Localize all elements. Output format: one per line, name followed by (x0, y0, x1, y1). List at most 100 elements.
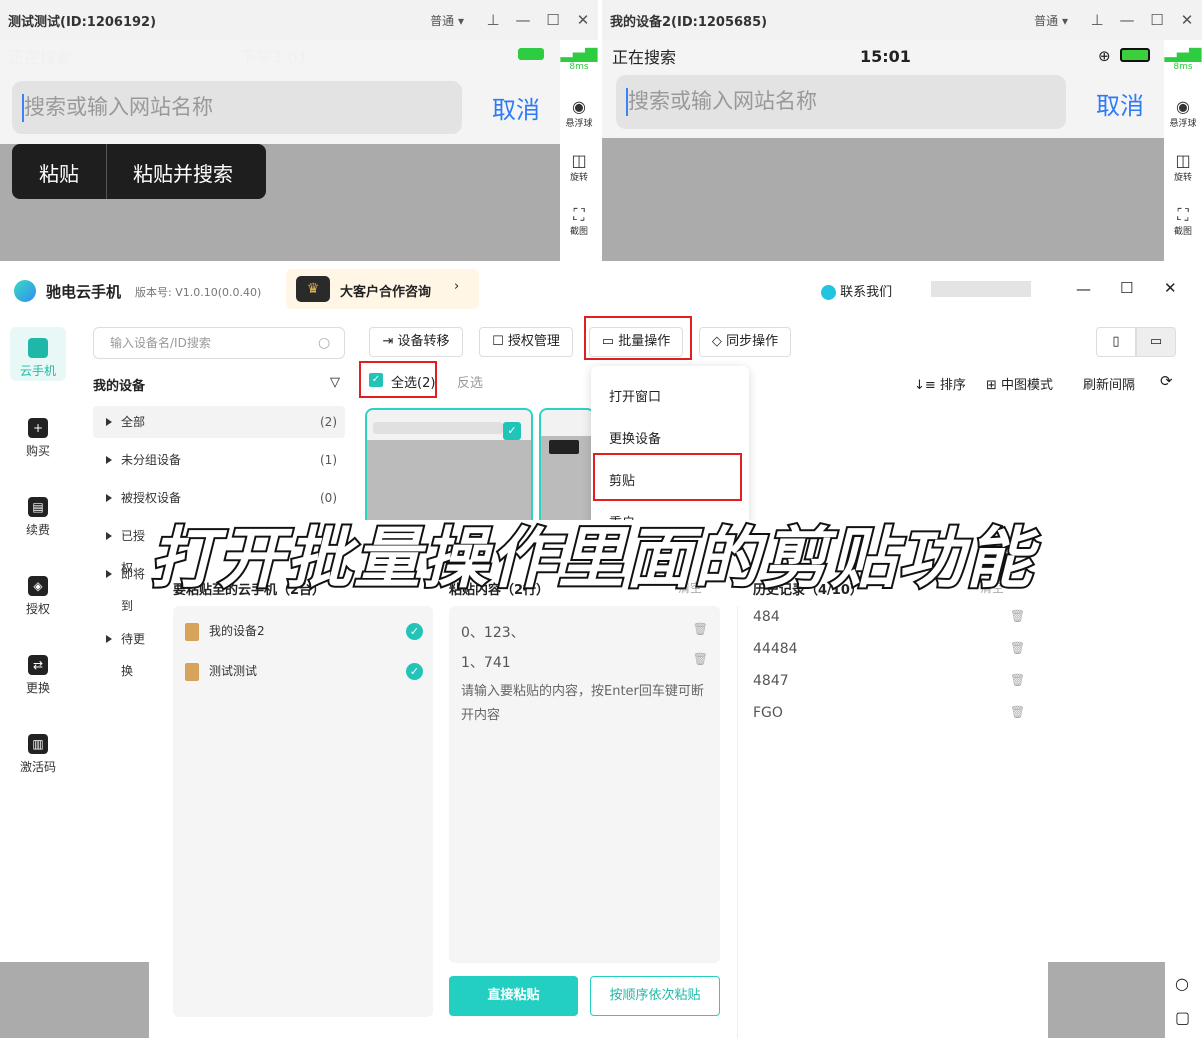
maximize-icon[interactable]: ☐ (538, 11, 568, 29)
portrait-view-icon[interactable]: ▯ (1096, 327, 1136, 357)
auth-manage-button[interactable]: ☐ 授权管理 (479, 327, 573, 357)
device-transfer-button[interactable]: ⇥ 设备转移 (369, 327, 463, 357)
cart-icon: + (28, 418, 48, 438)
close-icon[interactable]: ✕ (1172, 11, 1202, 29)
paste-option[interactable]: 粘贴 (39, 158, 79, 187)
battery-icon (1120, 48, 1150, 62)
refresh-interval-button[interactable]: 刷新间隔 (1083, 374, 1135, 393)
right-window-titlebar: 我的设备2(ID:1205685) 普通 ▾ ⊥ — ☐ ✕ (602, 0, 1202, 40)
refresh-icon[interactable]: ⟳ (1160, 372, 1173, 390)
check-icon[interactable]: ✓ (406, 623, 423, 640)
left-window-title: 测试测试(ID:1206192) (8, 14, 157, 30)
target-device-row[interactable]: 测试测试 (185, 662, 257, 681)
rotate-button[interactable]: ◫ 旋转 (560, 152, 598, 184)
signal-icon: ▂▄▆ 8ms (1164, 43, 1202, 73)
device-grid-background (1048, 962, 1165, 1038)
tree-item-authorized[interactable]: 已授权 (93, 520, 153, 575)
highlight-clipboard (593, 453, 742, 501)
left-window-titlebar: 测试测试(ID:1206192) 普通 ▾ ⊥ — ☐ ✕ (0, 0, 598, 40)
transfer-icon: ⇥ (382, 334, 398, 349)
check-icon[interactable]: ✓ (406, 663, 423, 680)
medium-view-button[interactable]: ⊞ 中图模式 (986, 374, 1053, 393)
sync-icon: ◇ (711, 334, 727, 349)
vip-consult-button[interactable]: ♛ 大客户合作咨询 › (286, 269, 479, 309)
tree-item-ungrouped[interactable]: 未分组设备 (1) (93, 444, 345, 476)
barcode-icon: ▥ (28, 734, 48, 754)
calendar-icon: ▤ (28, 497, 48, 517)
paste-content-item: 1、741 (461, 655, 511, 671)
minimize-icon[interactable]: — (1076, 280, 1091, 298)
phone-icon (28, 338, 48, 358)
nav-buy[interactable]: + 购买 (10, 418, 66, 459)
paste-popup: 粘贴 粘贴并搜索 (12, 144, 266, 199)
nav-activation-code[interactable]: ▥ 激活码 (10, 734, 66, 775)
history-item[interactable]: 4847 (753, 673, 789, 689)
menu-open-window[interactable]: 打开窗口 (609, 386, 661, 405)
my-devices-title: 我的设备 (93, 379, 146, 394)
rotation-lock-icon: ⊕ (1098, 47, 1111, 65)
maximize-icon[interactable]: ☐ (1120, 279, 1133, 297)
status-text: 正在搜索 (8, 48, 73, 67)
browser-search-input[interactable]: 搜索或输入网站名称 (12, 81, 462, 134)
history-item[interactable]: FGO (753, 705, 783, 721)
nav-replace[interactable]: ⇄ 更换 (10, 655, 66, 696)
home-button-icon[interactable]: ○ (1175, 974, 1189, 993)
device-icon (185, 662, 199, 681)
float-ball-button[interactable]: ◉ 悬浮球 (1164, 98, 1202, 130)
paste-and-search-option[interactable]: 粘贴并搜索 (133, 158, 233, 187)
app-version: 版本号: V1.0.10(0.0.40) (135, 286, 262, 299)
sort-button[interactable]: ↓≡ 排序 (914, 374, 966, 393)
landscape-view-icon[interactable]: ▭ (1136, 327, 1176, 357)
maximize-icon[interactable]: ☐ (1142, 11, 1172, 29)
contact-us-button[interactable]: 联系我们 (821, 281, 892, 300)
cancel-button[interactable]: 取消 (1096, 86, 1144, 121)
sync-operation-button[interactable]: ◇ 同步操作 (699, 327, 791, 357)
sequential-paste-button[interactable]: 按顺序依次粘贴 (590, 976, 720, 1016)
status-time: 15:01 (860, 46, 911, 66)
browser-search-input[interactable]: 搜索或输入网站名称 (616, 75, 1066, 129)
screenshot-button[interactable]: ⛶ 截图 (1164, 206, 1202, 238)
right-side-tools: ▂▄▆ 8ms ◉ 悬浮球 ◫ 旋转 ⛶ 截图 (1164, 40, 1202, 261)
trash-icon[interactable]: 🗑 (1010, 641, 1025, 655)
nav-renew[interactable]: ▤ 续费 (10, 497, 66, 538)
right-phone-screen[interactable]: 正在搜索 15:01 ⊕ 搜索或输入网站名称 取消 (602, 40, 1164, 261)
filter-icon[interactable]: ▽ (330, 375, 340, 390)
tree-item-expiring[interactable]: 即将到 (93, 558, 153, 613)
paste-input[interactable]: 请输入要粘贴的内容，按Enter回车键可断开内容 (461, 680, 711, 728)
trash-icon[interactable]: 🗑 (693, 652, 708, 666)
target-device-row[interactable]: 我的设备2 (185, 622, 265, 641)
left-phone-screen[interactable]: 正在搜索 下午3:01 搜索或输入网站名称 取消 粘贴 粘贴并搜索 (0, 40, 560, 261)
auth-icon: ☐ (492, 334, 508, 349)
screenshot-button[interactable]: ⛶ 截图 (560, 206, 598, 238)
thumbnail-check-icon[interactable]: ✓ (503, 422, 521, 440)
direct-paste-button[interactable]: 直接粘贴 (449, 976, 578, 1016)
recent-apps-icon[interactable]: ▢ (1175, 1008, 1190, 1027)
history-item[interactable]: 44484 (753, 641, 798, 657)
trash-icon[interactable]: 🗑 (693, 622, 708, 636)
cancel-button[interactable]: 取消 (492, 90, 540, 125)
float-ball-button[interactable]: ◉ 悬浮球 (560, 98, 598, 130)
device-icon (185, 622, 199, 641)
grid-icon: ⊞ (986, 378, 1002, 393)
menu-replace-device[interactable]: 更换设备 (609, 428, 661, 447)
right-mode-select[interactable]: 普通 ▾ (1034, 12, 1068, 29)
trash-icon[interactable]: 🗑 (1010, 705, 1025, 719)
tree-item-all[interactable]: 全部 (2) (93, 406, 345, 438)
minimize-icon[interactable]: — (1112, 11, 1142, 29)
close-icon[interactable]: ✕ (1164, 279, 1177, 297)
nav-authorize[interactable]: ◈ 授权 (10, 576, 66, 617)
user-account-blurred[interactable] (931, 281, 1031, 297)
close-icon[interactable]: ✕ (568, 11, 598, 29)
left-mode-select[interactable]: 普通 ▾ (430, 12, 464, 29)
nav-cloud-phone[interactable]: 云手机 (10, 338, 66, 379)
minimize-icon[interactable]: — (508, 11, 538, 29)
tree-item-pending-replace[interactable]: 待更换 (93, 623, 153, 678)
trash-icon[interactable]: 🗑 (1010, 673, 1025, 687)
pin-icon[interactable]: ⊥ (1082, 11, 1112, 29)
invert-select-button[interactable]: 反选 (457, 372, 483, 391)
trash-icon[interactable]: 🗑 (1010, 609, 1025, 623)
history-item[interactable]: 484 (753, 609, 780, 625)
rotate-button[interactable]: ◫ 旋转 (1164, 152, 1202, 184)
pin-icon[interactable]: ⊥ (478, 11, 508, 29)
device-search-input[interactable]: 输入设备名/ID搜索 (93, 327, 345, 359)
